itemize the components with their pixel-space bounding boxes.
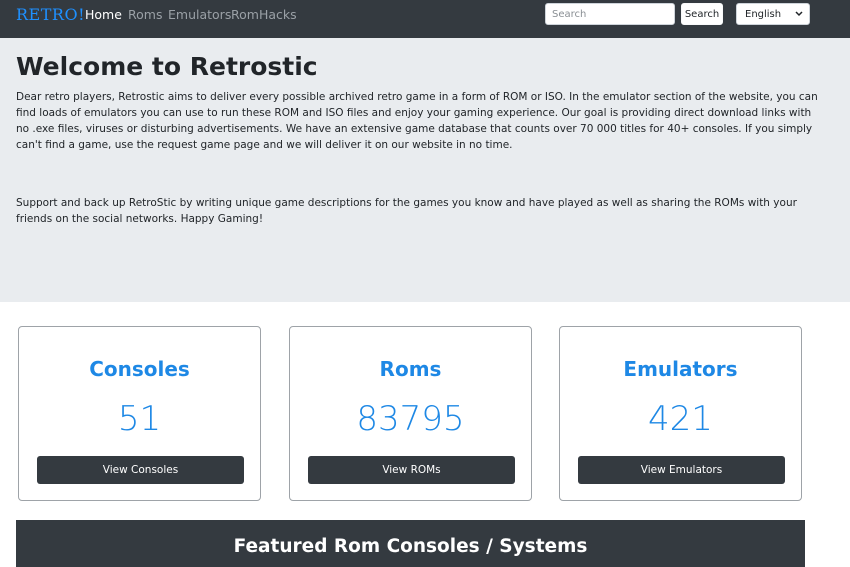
stat-card-title: Consoles (89, 357, 190, 381)
stat-card-count: 421 (648, 399, 713, 439)
stat-card-title: Emulators (623, 357, 738, 381)
stat-card-emulators: Emulators 421 View Emulators (559, 326, 802, 501)
stat-card-count: 51 (117, 399, 162, 439)
featured-title: Featured Rom Consoles / Systems (233, 536, 588, 557)
nav-link-roms[interactable]: Roms (128, 7, 162, 22)
top-navbar: RETRO! Home Roms Emulators RomHacks Sear… (0, 0, 850, 38)
nav-link-romhacks[interactable]: RomHacks (231, 7, 297, 22)
intro-paragraph: Dear retro players, Retrostic aims to de… (16, 91, 818, 151)
search-input[interactable] (545, 3, 675, 25)
stat-card-consoles: Consoles 51 View Consoles (18, 326, 261, 501)
view-emulators-button[interactable]: View Emulators (578, 456, 785, 484)
nav-link-home[interactable]: Home (85, 7, 122, 22)
support-paragraph: Support and back up RetroStic by writing… (16, 197, 797, 225)
page-title: Welcome to Retrostic (16, 52, 318, 81)
featured-consoles-header: Featured Rom Consoles / Systems (16, 520, 805, 567)
language-select[interactable]: English (736, 3, 810, 25)
stat-card-title: Roms (379, 357, 442, 381)
chevron-down-icon (795, 6, 803, 25)
view-consoles-button[interactable]: View Consoles (37, 456, 244, 484)
nav-link-emulators[interactable]: Emulators (168, 7, 231, 22)
view-roms-button[interactable]: View ROMs (308, 456, 515, 484)
stat-card-roms: Roms 83795 View ROMs (289, 326, 532, 501)
brand-logo[interactable]: RETRO! (16, 5, 85, 24)
search-button[interactable]: Search (681, 3, 723, 25)
language-selected-value: English (745, 8, 782, 20)
stat-card-count: 83795 (356, 399, 465, 439)
